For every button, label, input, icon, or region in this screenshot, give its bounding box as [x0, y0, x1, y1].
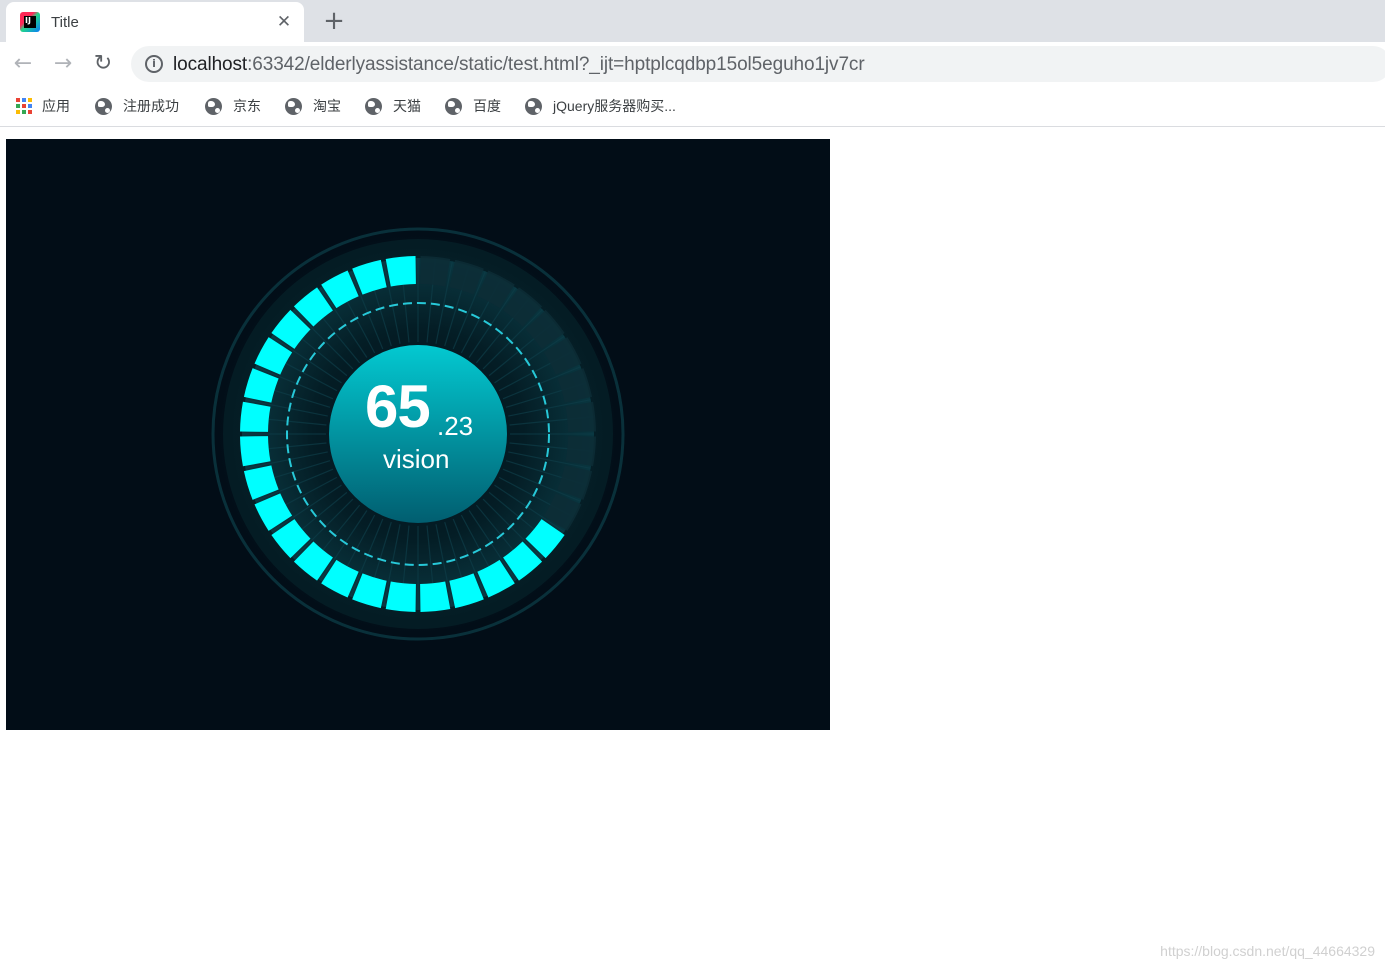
- globe-icon: [525, 97, 542, 115]
- globe-icon: [95, 97, 112, 115]
- gauge-segment-active: [240, 436, 271, 467]
- gauge-segment-active: [385, 256, 416, 287]
- address-bar[interactable]: i localhost:63342/elderlyassistance/stat…: [131, 46, 1385, 82]
- gauge-value-integer: 65: [365, 373, 431, 440]
- bookmark-label: 天猫: [393, 98, 421, 114]
- bookmark-label: 注册成功: [123, 98, 179, 114]
- gauge-segment-inactive: [420, 256, 451, 287]
- globe-icon: [445, 97, 462, 115]
- gauge-label: vision: [383, 444, 450, 474]
- back-icon[interactable]: ←: [11, 52, 35, 76]
- globe-icon: [285, 97, 302, 115]
- bookmark-item[interactable]: jQuery服务器购买...: [525, 96, 676, 116]
- bookmark-label: 京东: [233, 98, 261, 114]
- url-host: localhost: [173, 54, 248, 75]
- url-text[interactable]: localhost:63342/elderlyassistance/static…: [173, 54, 865, 76]
- tab-title: Title: [51, 13, 79, 31]
- tab-strip: IJ Title ✕ +: [0, 0, 1385, 42]
- toolbar: ← → ↻ i localhost:63342/elderlyassistanc…: [0, 42, 1385, 86]
- bookmark-item[interactable]: 淘宝: [285, 96, 341, 116]
- url-path: :63342/elderlyassistance/static/test.htm…: [247, 54, 865, 75]
- intellij-icon: IJ: [20, 12, 40, 32]
- bookmarks-bar: 应用 注册成功 京东 淘宝 天猫 百度 jQuery服务器购买...: [0, 86, 1385, 127]
- gauge-panel: 65 .23 vision: [6, 139, 830, 730]
- bookmark-label: 淘宝: [313, 98, 341, 114]
- bookmark-label: 应用: [42, 98, 70, 114]
- gauge-segment-active: [420, 581, 451, 612]
- info-icon[interactable]: i: [145, 55, 163, 73]
- gauge-segment-inactive: [565, 401, 596, 432]
- new-tab-icon[interactable]: +: [320, 8, 348, 36]
- bookmark-label: 百度: [473, 98, 501, 114]
- gauge-value-decimal: .23: [437, 411, 474, 441]
- globe-icon: [365, 97, 382, 115]
- globe-icon: [205, 97, 222, 115]
- bookmark-label: jQuery服务器购买...: [553, 98, 676, 114]
- bookmark-apps[interactable]: 应用: [16, 96, 70, 116]
- gauge-segment-inactive: [565, 436, 596, 467]
- browser-tab[interactable]: IJ Title ✕: [6, 2, 304, 42]
- close-icon[interactable]: ✕: [276, 14, 292, 31]
- apps-grid-icon: [16, 98, 32, 114]
- bookmark-item[interactable]: 京东: [205, 96, 261, 116]
- page-viewport: 65 .23 vision https://blog.csdn.net/qq_4…: [0, 127, 1385, 969]
- gauge-segment-active: [240, 401, 271, 432]
- forward-icon[interactable]: →: [51, 52, 75, 76]
- reload-icon[interactable]: ↻: [91, 52, 115, 76]
- bookmark-item[interactable]: 天猫: [365, 96, 421, 116]
- bookmark-item[interactable]: 百度: [445, 96, 501, 116]
- watermark: https://blog.csdn.net/qq_44664329: [1160, 943, 1375, 959]
- gauge-segment-active: [385, 581, 416, 612]
- bookmark-item[interactable]: 注册成功: [95, 96, 179, 116]
